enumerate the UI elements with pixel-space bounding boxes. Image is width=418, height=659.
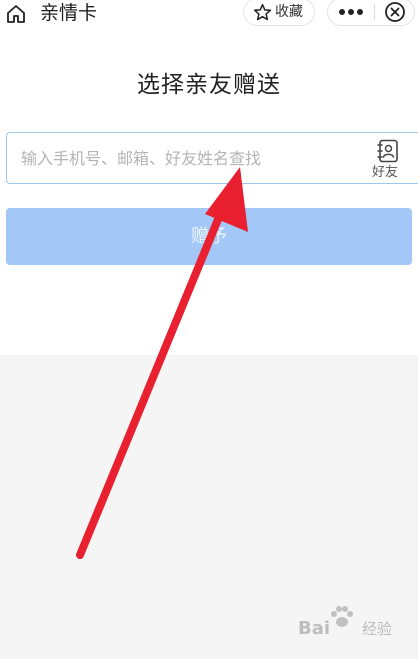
favorite-button[interactable]: 收藏 [243, 0, 315, 26]
gift-button-label: 赠予 [191, 226, 227, 246]
more-icon[interactable] [338, 7, 364, 17]
search-input[interactable] [21, 145, 351, 171]
close-icon[interactable] [384, 1, 406, 23]
capsule-divider [374, 4, 375, 20]
home-icon[interactable] [6, 4, 26, 24]
contact-book-icon [377, 139, 398, 163]
search-box: 好友 [6, 132, 418, 184]
star-icon [253, 3, 272, 21]
contacts-button[interactable]: 好友 [369, 137, 415, 181]
nav-title: 亲情卡 [40, 2, 98, 24]
watermark-text: Bai [298, 618, 331, 639]
watermark-sub: 经验 [362, 620, 393, 638]
contacts-label: 好友 [372, 165, 399, 180]
paw-icon [331, 606, 353, 627]
mini-program-capsule [327, 0, 415, 26]
navigation-bar: 亲情卡 收藏 [0, 0, 418, 28]
watermark: Bai 经验 [298, 605, 414, 649]
gift-button[interactable]: 赠予 [6, 208, 412, 265]
page-title: 选择亲友赠送 [137, 72, 281, 98]
favorite-label: 收藏 [275, 4, 303, 20]
